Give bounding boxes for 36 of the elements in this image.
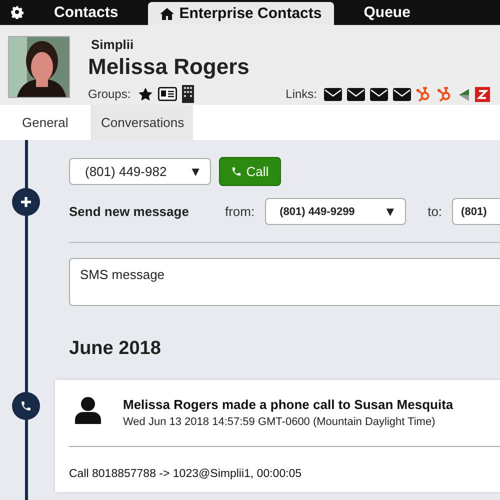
from-label: from: xyxy=(224,204,255,219)
star-icon[interactable] xyxy=(138,86,153,102)
mail-icon[interactable] xyxy=(393,88,411,100)
settings-icon[interactable] xyxy=(10,5,24,19)
phone-icon xyxy=(231,166,242,177)
contact-name: Melissa Rogers xyxy=(88,54,250,80)
z-logo-icon[interactable] xyxy=(475,86,490,102)
nav-tab[interactable]: Contacts xyxy=(24,0,148,25)
mail-icon[interactable] xyxy=(370,88,388,100)
add-icon[interactable] xyxy=(12,188,40,216)
mail-icon[interactable] xyxy=(324,88,342,100)
number-select[interactable]: (801) 449-982 ▼ xyxy=(69,158,211,185)
building-icon[interactable] xyxy=(182,85,194,103)
sms-field[interactable]: SMS message xyxy=(69,258,500,306)
tab[interactable]: Conversations xyxy=(91,105,194,140)
event-date: Wed Jun 13 2018 14:57:59 GMT-0600 (Mountain Daylight Time) xyxy=(123,416,436,428)
person-icon xyxy=(75,396,101,424)
event-detail: Call 8018857788 -> 1023@Simplii1, 00:00:05 xyxy=(69,468,302,480)
groups-label: Groups: xyxy=(88,87,131,101)
send-message-label: Send new message xyxy=(69,204,189,219)
to-select[interactable]: (801) xyxy=(452,198,500,225)
from-select[interactable]: (801) 449-9299 ▼ xyxy=(264,198,406,225)
to-label: to: xyxy=(428,204,442,219)
company-name: Simplii xyxy=(91,37,135,52)
nav-tab[interactable]: Queue xyxy=(334,0,440,25)
month-heading: June 2018 xyxy=(69,338,162,360)
mail-icon[interactable] xyxy=(347,88,365,100)
links-label: Links: xyxy=(286,87,317,101)
event-title: Melissa Rogers made a phone call to Susan Mesquita xyxy=(123,397,454,412)
wedge-icon[interactable] xyxy=(458,88,470,100)
sprocket-icon[interactable] xyxy=(437,86,453,102)
sprocket-icon[interactable] xyxy=(416,86,432,102)
call-button[interactable]: Call xyxy=(219,157,281,186)
id-card-icon[interactable] xyxy=(158,87,177,101)
nav-tab[interactable]: Enterprise Contacts xyxy=(148,2,334,25)
home-icon xyxy=(160,8,174,20)
